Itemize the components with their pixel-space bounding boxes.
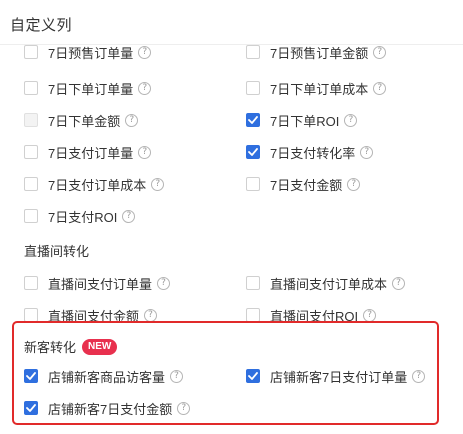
help-icon[interactable]: ? [144,308,158,322]
option-label: 7日支付转化率 [270,145,356,161]
option-label: 店铺新客商品访客量 [48,369,166,385]
help-icon[interactable]: ? [138,81,152,95]
option-label: 7日预售订单量 [48,45,134,61]
check-icon [248,148,258,156]
option-label: 7日支付订单量 [48,145,134,161]
option-label: 7日下单订单成本 [270,81,369,97]
help-icon[interactable]: ? [151,177,165,191]
option-label: 直播间支付订单成本 [270,276,388,292]
option-pay-conversion[interactable]: 7日支付转化率 ? [246,142,374,162]
checkbox[interactable] [24,81,38,95]
option-label: 店铺新客7日支付订单量 [270,369,408,385]
option-presale-amount[interactable]: 7日预售订单金额 ? [246,45,387,62]
section-title-new-customer: 新客转化 NEW [24,337,118,356]
option-label: 7日支付ROI [48,209,118,225]
checkbox[interactable] [24,276,38,290]
check-icon [248,116,258,124]
help-icon[interactable]: ? [360,145,374,159]
check-icon [26,372,36,380]
section-title-live: 直播间转化 [24,244,90,259]
option-order-roi[interactable]: 7日下单ROI ? [246,110,358,130]
checkbox-checked[interactable] [246,145,260,159]
checkbox[interactable] [246,45,260,59]
option-label: 7日下单金额 [48,113,121,129]
checkbox[interactable] [246,276,260,290]
panel-title: 自定义列 [10,17,73,34]
option-label: 店铺新客7日支付金额 [48,401,173,417]
checkbox[interactable] [24,308,38,322]
option-paid-order-cost[interactable]: 7日支付订单成本 ? [24,174,165,194]
options-scroll-area[interactable]: 7日预售订单量 ? 7日预售订单金额 ? 7日下单订单量 ? 7日下单订单成本 … [0,45,463,434]
option-label: 7日支付金额 [270,177,343,193]
option-paid-roi[interactable]: 7日支付ROI ? [24,206,136,226]
help-icon[interactable]: ? [373,81,387,95]
checkbox-checked[interactable] [24,401,38,415]
checkbox[interactable] [24,113,38,127]
check-icon [26,404,36,412]
checkbox[interactable] [24,177,38,191]
help-icon[interactable]: ? [412,369,426,383]
checkbox[interactable] [24,145,38,159]
help-icon[interactable]: ? [347,177,361,191]
option-live-paid-cost[interactable]: 直播间支付订单成本 ? [246,273,406,293]
new-badge: NEW [82,338,118,355]
checkbox[interactable] [246,308,260,322]
help-icon[interactable]: ? [177,401,191,415]
option-new-paid-amount[interactable]: 店铺新客7日支付金额 ? [24,398,191,418]
checkbox-checked[interactable] [246,113,260,127]
help-icon[interactable]: ? [170,369,184,383]
help-icon[interactable]: ? [138,145,152,159]
option-label: 7日下单订单量 [48,81,134,97]
check-icon [248,372,258,380]
option-new-paid-orders[interactable]: 店铺新客7日支付订单量 ? [246,366,426,386]
option-label: 直播间支付订单量 [48,276,153,292]
help-icon[interactable]: ? [122,209,136,223]
help-icon[interactable]: ? [157,276,171,290]
checkbox-checked[interactable] [24,369,38,383]
option-orders-placed[interactable]: 7日下单订单量 ? [24,78,152,98]
checkbox-checked[interactable] [246,369,260,383]
help-icon[interactable]: ? [392,276,406,290]
option-new-visitors[interactable]: 店铺新客商品访客量 ? [24,366,184,386]
option-order-cost[interactable]: 7日下单订单成本 ? [246,78,387,98]
checkbox[interactable] [24,209,38,223]
help-icon[interactable]: ? [344,113,358,127]
section-title-text: 新客转化 [24,340,77,355]
option-order-amount[interactable]: 7日下单金额 ? [24,110,139,130]
checkbox[interactable] [246,81,260,95]
option-presale-orders[interactable]: 7日预售订单量 ? [24,45,152,62]
custom-columns-panel: 自定义列 7日预售订单量 ? 7日预售订单金额 ? 7日下单订单量 ? 7日下单… [0,0,463,434]
help-icon[interactable]: ? [363,308,377,322]
checkbox[interactable] [24,45,38,59]
option-label: 7日预售订单金额 [270,45,369,61]
option-label: 7日支付订单成本 [48,177,147,193]
help-icon[interactable]: ? [138,45,152,59]
help-icon[interactable]: ? [373,45,387,59]
checkbox[interactable] [246,177,260,191]
option-live-paid-orders[interactable]: 直播间支付订单量 ? [24,273,171,293]
help-icon[interactable]: ? [125,113,139,127]
option-paid-amount[interactable]: 7日支付金额 ? [246,174,361,194]
option-paid-orders[interactable]: 7日支付订单量 ? [24,142,152,162]
option-label: 7日下单ROI [270,113,340,129]
